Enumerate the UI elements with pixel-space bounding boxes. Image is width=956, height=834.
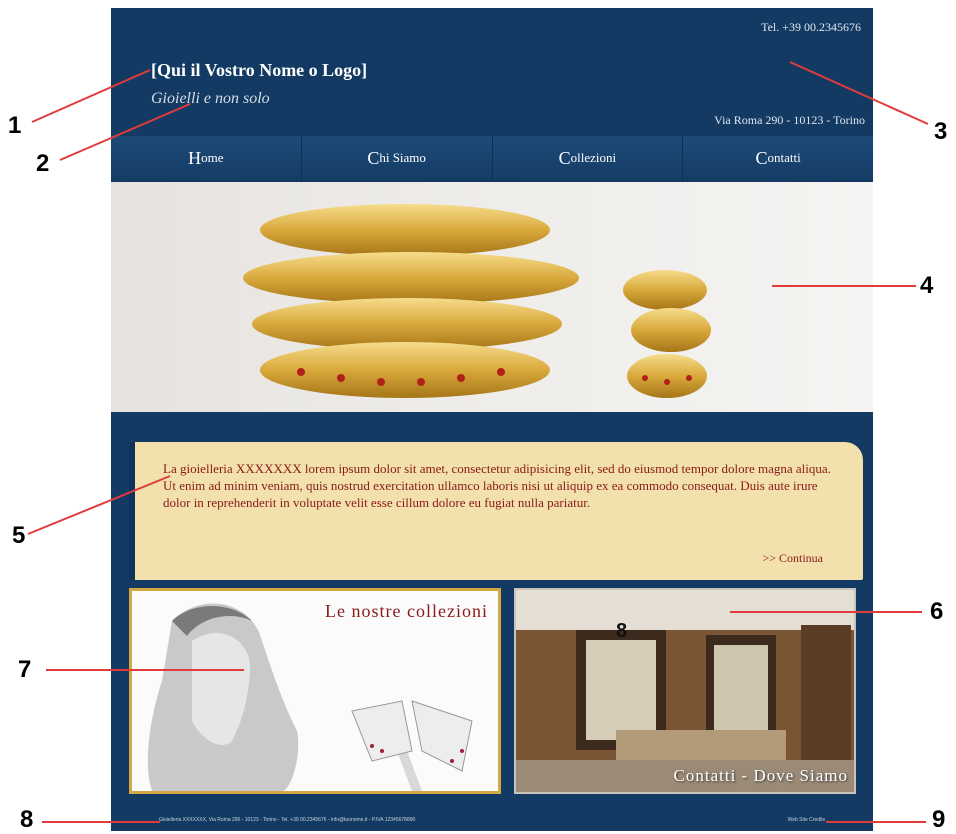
annotation-number: 2: [36, 150, 50, 177]
annotation-number: 6: [930, 598, 944, 625]
annotation-lines: [27, 61, 929, 823]
annotation-number: 5: [12, 522, 26, 549]
annotation-number: 7: [18, 656, 32, 683]
annotation-number: 1: [8, 112, 22, 139]
annotation-number: 3: [934, 118, 948, 145]
annotation-number: 8: [20, 806, 34, 833]
annotation-number: 9: [932, 806, 946, 833]
annotation-number: 4: [920, 272, 934, 299]
